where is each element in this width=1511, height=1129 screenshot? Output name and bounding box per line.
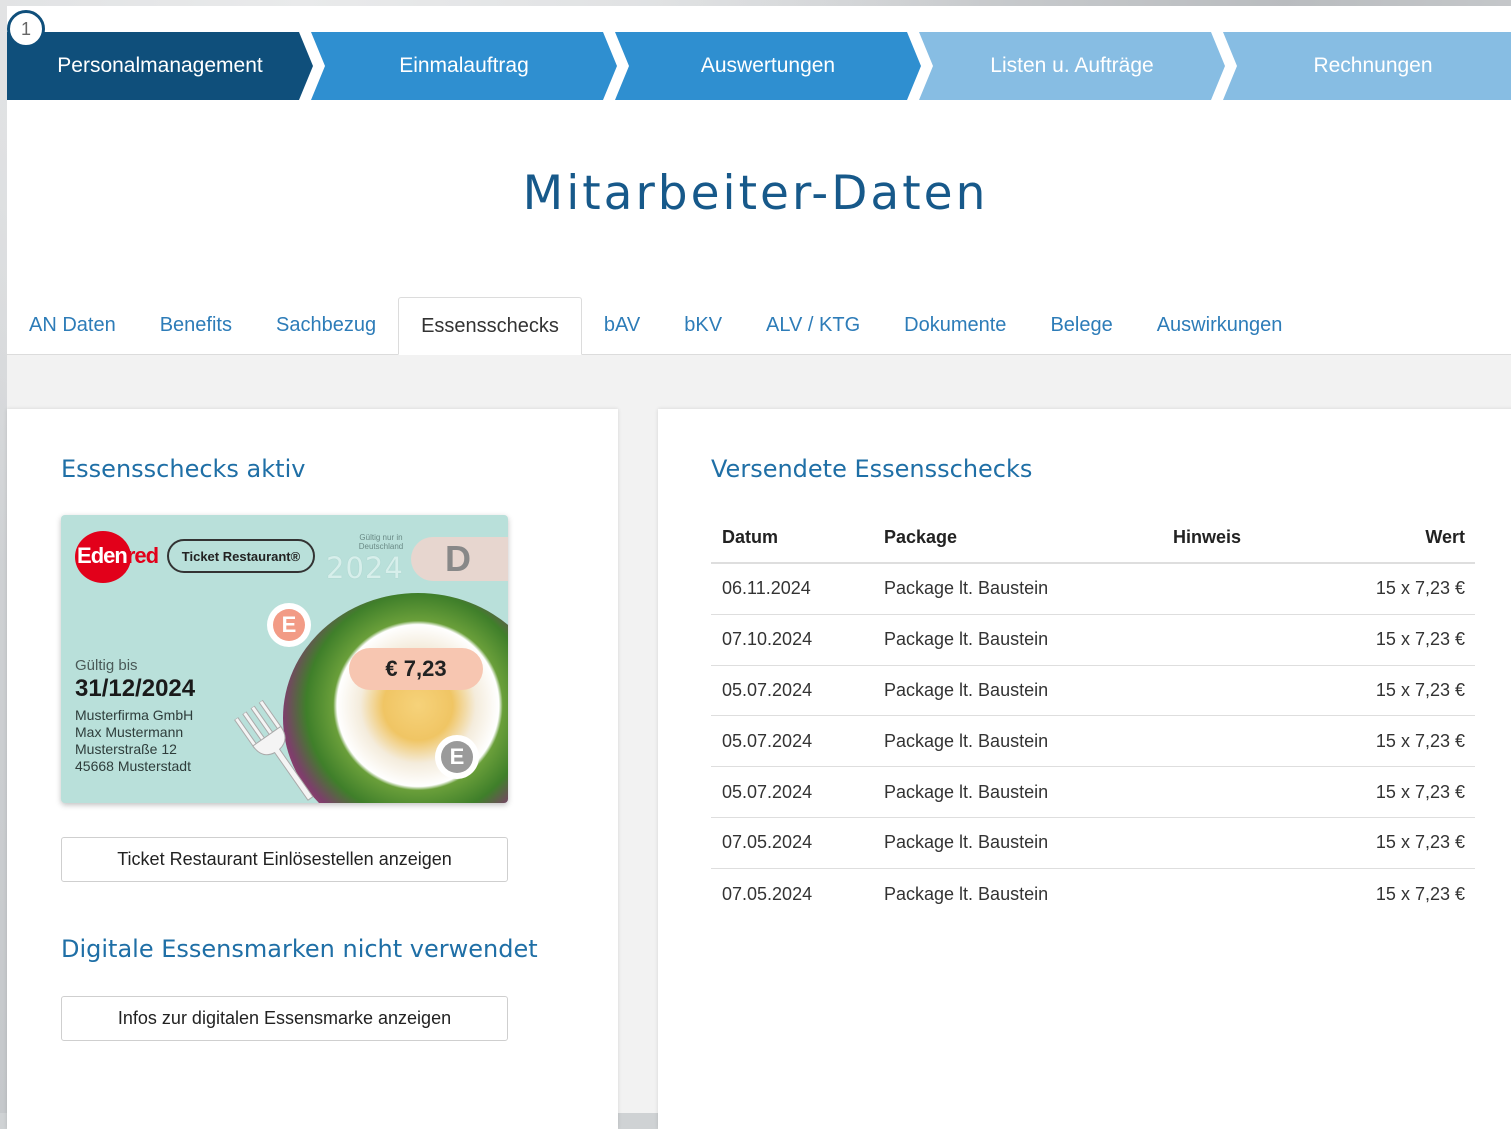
valid-until-date: 31/12/2024 [75, 675, 196, 702]
voucher-card: Edenred Ticket Restaurant® Gültig nur in… [61, 515, 508, 803]
tab-benefits[interactable]: Benefits [138, 297, 254, 354]
step-einmalauftrag[interactable]: Einmalauftrag [311, 32, 617, 100]
table-row: 05.07.2024 Package lt. Baustein 15 x 7,2… [711, 767, 1475, 818]
product-badge: Ticket Restaurant® [167, 539, 315, 573]
cell-value: 15 x 7,23 € [1375, 832, 1465, 853]
column-header-value[interactable]: Wert [1353, 527, 1475, 548]
tab-dokumente[interactable]: Dokumente [882, 297, 1028, 354]
step-rechnungen[interactable]: Rechnungen [1223, 32, 1511, 100]
cell-package: Package lt. Baustein [884, 730, 1049, 751]
card-street: Musterstraße 12 [75, 741, 177, 757]
edenred-coin-icon: E [435, 735, 479, 779]
cell-value: 15 x 7,23 € [1375, 679, 1465, 700]
cell-value: 15 x 7,23 € [1375, 781, 1465, 802]
cell-value: 15 x 7,23 € [1375, 883, 1465, 904]
step-auswertungen[interactable]: Auswertungen [615, 32, 921, 100]
country-badge: D [411, 537, 508, 581]
card-address: Musterfirma GmbH Max Mustermann Musterst… [75, 707, 193, 775]
card-company: Musterfirma GmbH [75, 707, 194, 723]
cell-package: Package lt. Baustein [884, 883, 1049, 904]
cell-date: 07.05.2024 [722, 832, 813, 853]
step-label: Rechnungen [1313, 54, 1433, 77]
step-number-badge: 1 [7, 10, 45, 48]
column-header-date[interactable]: Datum [711, 527, 884, 548]
wizard-steps: Personalmanagement Einmalauftrag Auswert… [7, 32, 1511, 100]
table-row: 07.05.2024 Package lt. Baustein 15 x 7,2… [711, 818, 1475, 869]
table-row: 07.05.2024 Package lt. Baustein 15 x 7,2… [711, 869, 1475, 920]
validity-note: Gültig nur in Deutschland [358, 533, 404, 551]
cell-date: 07.10.2024 [722, 629, 813, 650]
cell-package: Package lt. Baustein [884, 832, 1049, 853]
step-label: Personalmanagement [57, 54, 263, 77]
edenred-coin-icon: E [267, 603, 311, 647]
step-personalmanagement[interactable]: Personalmanagement [7, 32, 313, 100]
table-row: 07.10.2024 Package lt. Baustein 15 x 7,2… [711, 615, 1475, 666]
cell-value: 15 x 7,23 € [1375, 730, 1465, 751]
cell-package: Package lt. Baustein [884, 629, 1049, 650]
show-redemption-locations-button[interactable]: Ticket Restaurant Einlösestellen anzeige… [61, 837, 508, 882]
digital-vouchers-heading: Digitale Essensmarken nicht verwendet [61, 935, 538, 963]
digital-voucher-info-button[interactable]: Infos zur digitalen Essensmarke anzeigen [61, 996, 508, 1041]
table-row: 05.07.2024 Package lt. Baustein 15 x 7,2… [711, 666, 1475, 717]
step-label: Auswertungen [700, 54, 836, 77]
cell-package: Package lt. Baustein [884, 679, 1049, 700]
card-year: 2024 [326, 551, 404, 585]
voucher-price: € 7,23 [349, 648, 483, 690]
page-title: Mitarbeiter-Daten [522, 166, 989, 221]
valid-until-label: Gültig bis [75, 657, 138, 674]
cell-value: 15 x 7,23 € [1375, 578, 1465, 599]
column-header-package[interactable]: Package [884, 527, 1173, 548]
table-row: 05.07.2024 Package lt. Baustein 15 x 7,2… [711, 716, 1475, 768]
cell-date: 05.07.2024 [722, 781, 813, 802]
tab-auswirkungen[interactable]: Auswirkungen [1135, 297, 1305, 354]
tab-an-daten[interactable]: AN Daten [7, 297, 138, 354]
tab-sachbezug[interactable]: Sachbezug [254, 297, 398, 354]
tab-alv-ktg[interactable]: ALV / KTG [744, 297, 882, 354]
cell-date: 07.05.2024 [722, 883, 813, 904]
cell-date: 06.11.2024 [722, 578, 811, 599]
table-row: 06.11.2024 Package lt. Baustein 15 x 7,2… [711, 564, 1475, 615]
sent-vouchers-table: Datum Package Hinweis Wert 06.11.2024 Pa… [711, 512, 1475, 920]
table-header: Datum Package Hinweis Wert [711, 512, 1475, 564]
tab-essensschecks[interactable]: Essensschecks [398, 297, 582, 355]
tab-bar: AN Daten Benefits Sachbezug Essensscheck… [7, 297, 1511, 355]
cell-date: 05.07.2024 [722, 679, 813, 700]
cell-package: Package lt. Baustein [884, 578, 1049, 599]
card-city: 45668 Musterstadt [75, 758, 191, 774]
column-header-hint[interactable]: Hinweis [1173, 527, 1353, 548]
active-vouchers-heading: Essensschecks aktiv [61, 455, 306, 483]
tab-bav[interactable]: bAV [582, 297, 662, 354]
step-listen-auftraege[interactable]: Listen u. Aufträge [919, 32, 1225, 100]
cell-package: Package lt. Baustein [884, 781, 1049, 802]
cell-value: 15 x 7,23 € [1375, 629, 1465, 650]
edenred-logo-text: Edenred [77, 543, 159, 568]
tab-belege[interactable]: Belege [1028, 297, 1134, 354]
sent-vouchers-heading: Versendete Essensschecks [711, 455, 1033, 483]
cell-date: 05.07.2024 [722, 730, 813, 751]
step-label: Listen u. Aufträge [990, 54, 1154, 77]
tab-bkv[interactable]: bKV [662, 297, 744, 354]
step-label: Einmalauftrag [399, 54, 529, 77]
card-employee: Max Mustermann [75, 724, 184, 740]
